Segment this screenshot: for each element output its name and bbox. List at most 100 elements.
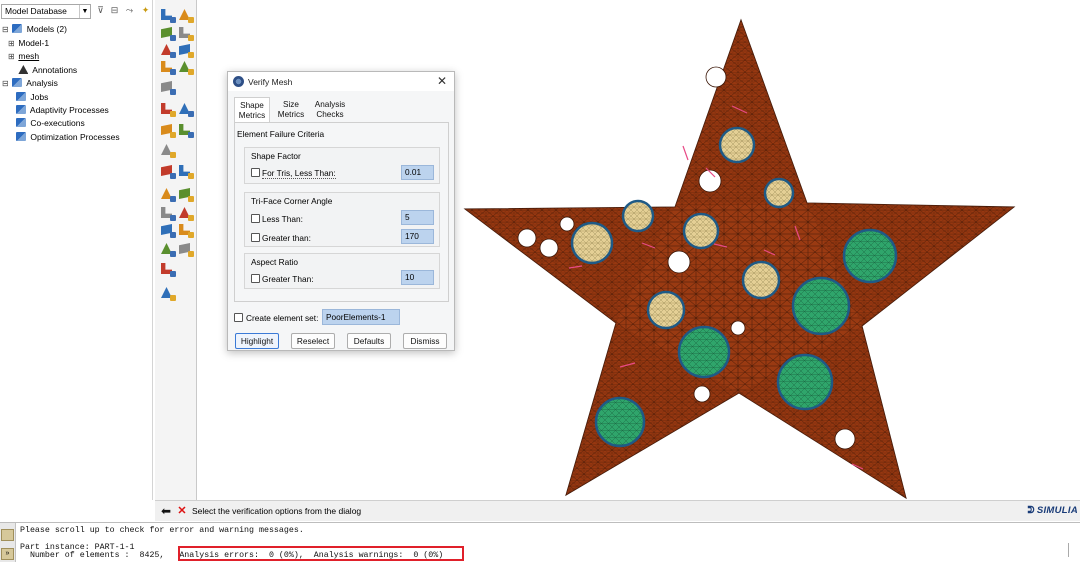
cancel-icon[interactable]: ✕ xyxy=(175,504,189,518)
tab-label-line: Metrics xyxy=(238,111,266,120)
expand-toggle-icon[interactable]: ⊞ xyxy=(8,37,16,50)
query-icon[interactable] xyxy=(159,240,176,257)
aspect-ratio-group: Aspect Ratio Greater Than: 10 xyxy=(244,253,440,289)
prompt-area: ⬅ ✕ Select the verification options from… xyxy=(155,500,1080,521)
group-label: Aspect Ratio xyxy=(251,257,299,267)
dialog-title-bar[interactable]: Verify Mesh ✕ xyxy=(228,72,454,91)
filter-icon[interactable]: ⊽ xyxy=(95,5,106,16)
collapse-toggle-icon[interactable]: ⊟ xyxy=(2,23,10,36)
datum-point-icon[interactable] xyxy=(177,204,194,221)
tan-inclusion xyxy=(570,221,614,265)
mesh-region-icon[interactable] xyxy=(177,58,194,75)
mesh-part-instance-icon[interactable] xyxy=(159,58,176,75)
transform-icon[interactable] xyxy=(177,240,194,257)
datum-csys-icon[interactable] xyxy=(159,204,176,221)
tab-analysis-checks[interactable]: Analysis Checks xyxy=(312,97,348,122)
seed-edges-icon[interactable] xyxy=(177,6,194,23)
reselect-button[interactable]: Reselect xyxy=(291,333,335,349)
tan-inclusion xyxy=(646,290,686,330)
delete-edge-seeds-icon[interactable] xyxy=(177,24,194,41)
verify-mesh-dialog: Verify Mesh ✕ Shape Metrics Size Metrics… xyxy=(227,71,455,351)
delete-instance-seeds-icon[interactable] xyxy=(159,24,176,41)
green-inclusion xyxy=(677,325,731,379)
assign-element-type-icon[interactable] xyxy=(177,41,194,58)
hole xyxy=(705,66,727,88)
mesh-stats-icon[interactable] xyxy=(177,100,194,117)
datum-plane-icon[interactable] xyxy=(177,221,194,238)
link-icon[interactable]: ⤳ xyxy=(124,5,135,16)
model-database-select[interactable]: Model Database ▼ xyxy=(1,4,91,19)
annotations-icon xyxy=(18,65,29,74)
tab-label-line: Shape xyxy=(240,101,264,110)
element-set-name-field[interactable]: PoorElements-1 xyxy=(322,309,400,325)
jobs-icon xyxy=(16,92,26,101)
model-database-select-label: Model Database xyxy=(5,6,67,16)
mesh-toolbox xyxy=(155,0,197,500)
shape-factor-value[interactable]: 0.01 xyxy=(401,165,434,180)
assign-mesh-controls-icon[interactable] xyxy=(159,41,176,58)
simulia-logo: ᕲ SIMULIA xyxy=(1027,505,1078,516)
less-than-checkbox[interactable] xyxy=(251,214,260,223)
tree-item-annotations[interactable]: Annotations xyxy=(8,64,77,77)
defaults-button[interactable]: Defaults xyxy=(347,333,391,349)
optimization-icon xyxy=(16,132,26,141)
shape-factor-group: Shape Factor For Tris, Less Than: 0.01 xyxy=(244,147,440,184)
dismiss-button[interactable]: Dismiss xyxy=(403,333,447,349)
aspect-ratio-checkbox[interactable] xyxy=(251,274,260,283)
mesh-refine-icon[interactable] xyxy=(159,260,176,277)
tree-item-optimization-processes[interactable]: Optimization Processes xyxy=(16,131,120,144)
expand-toggle-icon[interactable]: ⊞ xyxy=(8,50,16,63)
create-datum-csys-icon[interactable] xyxy=(177,185,194,202)
create-datum-point-icon[interactable] xyxy=(159,162,176,179)
create-datum-plane-icon[interactable] xyxy=(159,185,176,202)
less-than-value[interactable]: 5 xyxy=(401,210,434,225)
less-than-label: Less Than: xyxy=(262,214,303,224)
seed-part-instance-icon[interactable] xyxy=(159,6,176,23)
group-label: Tri-Face Corner Angle xyxy=(251,196,333,206)
tab-size-metrics[interactable]: Size Metrics xyxy=(274,97,308,122)
back-arrow-icon[interactable]: ⬅ xyxy=(159,504,173,518)
greater-than-value[interactable]: 170 xyxy=(401,229,434,244)
greater-than-checkbox[interactable] xyxy=(251,233,260,242)
collapse-toggle-icon[interactable]: ⊟ xyxy=(2,77,10,90)
tree-item-mesh[interactable]: ⊞ mesh xyxy=(8,50,39,63)
green-inclusion xyxy=(791,276,851,336)
close-icon[interactable]: ✕ xyxy=(435,74,449,88)
chevron-down-icon[interactable]: ▼ xyxy=(79,5,90,18)
tree-item-co-executions[interactable]: Co-executions xyxy=(16,117,85,130)
shape-factor-checkbox[interactable] xyxy=(251,168,260,177)
aspect-ratio-value[interactable]: 10 xyxy=(401,270,434,285)
analysis-icon xyxy=(12,78,23,87)
tree-item-label: Annotations xyxy=(32,65,78,75)
abaqus-window: Model Database ▼ ⊽ ⊟ ⤳ ✦ ⊟ Models (2) ⊞ … xyxy=(0,0,1080,562)
collapse-icon[interactable]: ⊟ xyxy=(109,5,120,16)
message-area-icon[interactable] xyxy=(1,529,14,541)
datum-axis-icon[interactable] xyxy=(159,221,176,238)
hole xyxy=(834,428,856,450)
tree-item-model-1[interactable]: ⊞ Model-1 xyxy=(8,37,49,50)
tab-label-line: Analysis xyxy=(314,100,346,109)
edit-mesh-icon[interactable] xyxy=(159,100,176,117)
corner-angle-group: Tri-Face Corner Angle Less Than: 5 Great… xyxy=(244,192,440,247)
highlight-button[interactable]: Highlight xyxy=(235,333,279,349)
tree-item-adaptivity-processes[interactable]: Adaptivity Processes xyxy=(16,104,109,117)
python-shell-icon[interactable]: » xyxy=(1,548,14,560)
message-scrollbar[interactable] xyxy=(1068,543,1074,557)
tree-item-analysis[interactable]: ⊟ Analysis xyxy=(2,77,58,90)
tab-shape-metrics[interactable]: Shape Metrics xyxy=(234,97,270,122)
create-element-set-checkbox[interactable] xyxy=(234,313,243,322)
tree-item-label: Models (2) xyxy=(26,24,67,34)
partition-face-icon[interactable] xyxy=(159,121,176,138)
create-datum-axis-icon[interactable] xyxy=(177,162,194,179)
group-label: Shape Factor xyxy=(251,151,301,161)
verify-mesh-icon[interactable] xyxy=(159,78,176,95)
tan-inclusion xyxy=(718,126,756,164)
lightbulb-icon[interactable]: ✦ xyxy=(140,5,151,16)
tree-item-jobs[interactable]: Jobs xyxy=(16,91,48,104)
tree-item-models[interactable]: ⊟ Models (2) xyxy=(2,23,67,36)
tool-settings-icon[interactable] xyxy=(159,284,176,301)
app-icon xyxy=(233,76,244,87)
tree-item-label: Optimization Processes xyxy=(30,132,120,142)
virtual-topology-icon[interactable] xyxy=(159,141,176,158)
partition-cell-icon[interactable] xyxy=(177,121,194,138)
